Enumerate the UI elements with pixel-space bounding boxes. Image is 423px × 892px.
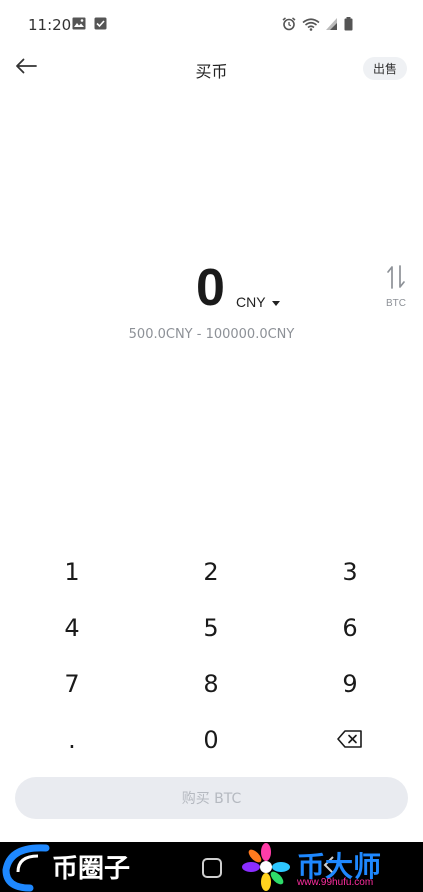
right-watermark-url: www.99hufu.com xyxy=(297,877,374,888)
key-3[interactable]: 3 xyxy=(290,546,410,598)
caret-down-icon xyxy=(271,292,280,311)
checkbox-icon xyxy=(94,17,107,30)
status-time: 11:20 xyxy=(28,16,72,34)
key-2[interactable]: 2 xyxy=(151,546,271,598)
amount-range: 500.0CNY - 100000.0CNY xyxy=(128,327,295,342)
swap-vertical-icon xyxy=(386,264,406,294)
left-watermark-logo: 币圈子 xyxy=(0,842,160,892)
status-right-icons xyxy=(282,17,353,31)
left-watermark-text: 币圈子 xyxy=(52,854,131,884)
switch-unit-button[interactable]: BTC xyxy=(380,264,412,314)
status-bar: 11:20 xyxy=(0,0,423,50)
amount-area: 0 CNY 500.0CNY - 100000.0CNY BTC xyxy=(0,250,423,360)
key-0[interactable]: 0 xyxy=(151,714,271,766)
bottom-bar: 币圈子 币大师 www.99hufu.com xyxy=(0,842,423,892)
nav-bar: 买币 出售 xyxy=(0,48,423,88)
battery-icon xyxy=(344,17,353,31)
key-decimal[interactable]: . xyxy=(12,714,132,766)
page-title: 买币 xyxy=(195,62,228,81)
wifi-icon xyxy=(302,17,320,31)
alarm-icon xyxy=(282,17,296,31)
signal-icon xyxy=(326,18,338,30)
key-9[interactable]: 9 xyxy=(290,658,410,710)
key-7[interactable]: 7 xyxy=(12,658,132,710)
key-1[interactable]: 1 xyxy=(12,546,132,598)
key-5[interactable]: 5 xyxy=(151,602,271,654)
image-icon xyxy=(72,17,86,30)
key-backspace[interactable] xyxy=(290,714,410,766)
key-6[interactable]: 6 xyxy=(290,602,410,654)
key-4[interactable]: 4 xyxy=(12,602,132,654)
key-8[interactable]: 8 xyxy=(151,658,271,710)
currency-label: CNY xyxy=(236,293,266,310)
buy-button[interactable]: 购买 BTC xyxy=(15,777,408,819)
switch-unit-label: BTC xyxy=(386,298,406,309)
home-nav-button[interactable] xyxy=(202,858,222,878)
status-left-icons xyxy=(72,17,107,30)
backspace-icon xyxy=(337,726,363,754)
numeric-keypad: 1 2 3 4 5 6 7 8 9 . 0 xyxy=(0,546,423,770)
amount-value: 0 xyxy=(196,259,225,317)
sell-button[interactable]: 出售 xyxy=(362,57,407,80)
currency-select[interactable]: CNY xyxy=(236,292,280,311)
